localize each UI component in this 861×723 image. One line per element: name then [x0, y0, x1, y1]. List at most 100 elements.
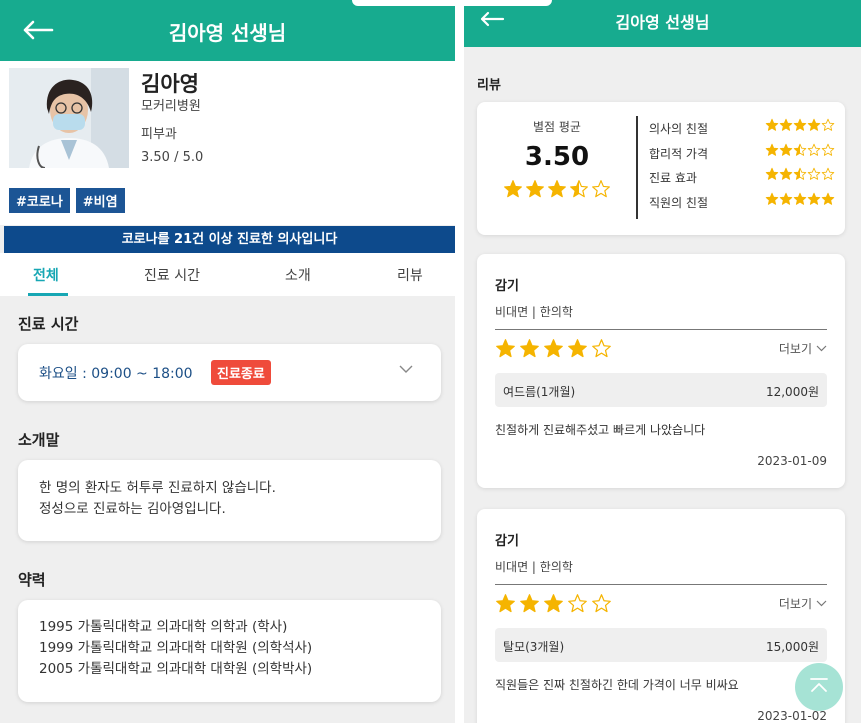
star-filled-icon: [544, 339, 563, 358]
tag-corona[interactable]: #코로나: [9, 188, 70, 213]
review-comment: 직원들은 진짜 친절하긴 한데 가격이 너무 비싸요: [495, 678, 739, 692]
rating-summary-card: 별점 평균 3.50 의사의 친절 합리적 가격 진료 효과 직원의 친절: [477, 102, 845, 235]
review-divider: [495, 329, 827, 330]
chevron-down-icon[interactable]: [399, 365, 413, 374]
department: 피부과: [141, 127, 177, 142]
career-line: 1995 가톨릭대학교 의과대학 의학과 (학사): [39, 619, 288, 635]
career-line: 2005 가톨릭대학교 의과대학 대학원 (의학박사): [39, 661, 313, 677]
summary-divider: [636, 116, 638, 219]
info-banner: 코로나를 21건 이상 진료한 의사입니다: [4, 226, 455, 253]
star-filled-icon: [821, 192, 835, 205]
avg-label: 별점 평균: [533, 120, 581, 134]
intro-section-title: 소개말: [18, 431, 60, 449]
arrow-up-icon: [810, 678, 828, 692]
star-empty-icon: [592, 594, 611, 613]
star-filled-icon: [793, 118, 807, 131]
star-filled-icon: [779, 192, 793, 205]
tag-list: #코로나 #비염: [9, 188, 125, 213]
review-subtitle: 비대면 | 한의학: [495, 560, 573, 574]
star-filled-icon: [765, 192, 779, 205]
criteria-label: 진료 효과: [649, 171, 697, 185]
review-star-rating: [495, 338, 612, 359]
chevron-down-icon: [816, 600, 827, 607]
treatment-price: 15,000원: [765, 640, 819, 654]
star-filled-icon: [496, 594, 515, 613]
header-bar: 김아영 선생님: [0, 0, 455, 61]
tab-intro[interactable]: 소개: [285, 265, 311, 285]
star-filled-icon: [765, 118, 779, 131]
doctor-photo: [9, 68, 129, 168]
star-filled-icon: [526, 180, 544, 198]
screen-divider: [455, 0, 464, 723]
review-title: 감기: [495, 279, 519, 294]
back-button[interactable]: [476, 6, 508, 32]
star-filled-icon: [807, 118, 821, 131]
star-filled-icon: [779, 143, 793, 156]
review-star-rating: [495, 593, 612, 614]
review-date: 2023-01-02: [757, 709, 827, 723]
star-filled-icon: [793, 192, 807, 205]
more-button[interactable]: 더보기: [779, 340, 827, 357]
app-stage: 김아영 선생님 김아영 모커리병원 피부과 3.50 / 5.0 #코로나 #비…: [0, 0, 861, 723]
arrow-left-icon: [23, 20, 54, 40]
intro-line: 한 명의 환자도 허투루 진료하지 않습니다.: [39, 480, 276, 496]
hours-text: 화요일 : 09:00 ~ 18:00: [39, 366, 193, 382]
intro-line: 정성으로 진료하는 김아영입니다.: [39, 501, 226, 517]
star-filled-icon: [765, 143, 779, 156]
review-card: 감기 비대면 | 한의학 더보기 여드름(1개월) 12,000원 친절하게 진…: [477, 254, 845, 488]
review-comment: 친절하게 진료해주셨고 빠르게 나았습니다: [495, 423, 706, 437]
star-filled-icon: [496, 339, 515, 358]
star-filled-icon: [779, 118, 793, 131]
rating-text: 3.50 / 5.0: [141, 150, 204, 165]
review-card: 감기 비대면 | 한의학 더보기 탈모(3개월) 15,000원 직원들은 진짜…: [477, 509, 845, 723]
tab-all[interactable]: 전체: [33, 265, 59, 285]
hours-section-title: 진료 시간: [18, 315, 79, 333]
treatment-name: 탈모(3개월): [503, 640, 565, 654]
star-filled-icon: [520, 594, 539, 613]
hours-card[interactable]: 화요일 : 09:00 ~ 18:00 진료종료: [18, 344, 441, 401]
treatment-item: 탈모(3개월) 15,000원: [495, 628, 827, 662]
criteria-label: 합리적 가격: [649, 147, 709, 161]
header-bar: 김아영 선생님: [464, 0, 861, 47]
more-label: 더보기: [778, 597, 812, 611]
review-section-title: 리뷰: [477, 78, 501, 93]
career-card: 1995 가톨릭대학교 의과대학 의학과 (학사) 1999 가톨릭대학교 의과…: [18, 600, 441, 702]
star-empty-icon: [821, 118, 835, 131]
star-half-icon: [570, 180, 588, 198]
avg-star-rating: [503, 179, 611, 199]
back-button[interactable]: [18, 13, 58, 47]
criteria-label: 직원의 친절: [649, 196, 709, 210]
criteria-stars: [765, 118, 835, 132]
intro-card: 한 명의 환자도 허투루 진료하지 않습니다. 정성으로 진료하는 김아영입니다…: [18, 460, 441, 541]
treatment-price: 12,000원: [765, 385, 819, 399]
avg-value: 3.50: [524, 142, 590, 172]
star-empty-icon: [592, 339, 611, 358]
star-empty-icon: [821, 167, 835, 180]
tab-review[interactable]: 리뷰: [397, 265, 423, 285]
star-filled-icon: [568, 339, 587, 358]
star-empty-icon: [592, 180, 610, 198]
star-filled-icon: [544, 594, 563, 613]
criteria-stars: [765, 192, 835, 206]
star-empty-icon: [821, 143, 835, 156]
career-section-title: 약력: [18, 571, 46, 589]
treatment-name: 여드름(1개월): [503, 385, 576, 399]
review-screen: 김아영 선생님 리뷰 별점 평균 3.50 의사의 친절 합리적 가격 진료 효…: [464, 0, 861, 723]
star-filled-icon: [779, 167, 793, 180]
criteria-label: 의사의 친절: [649, 122, 709, 136]
star-filled-icon: [807, 192, 821, 205]
hospital-name: 모커리병원: [141, 99, 201, 114]
review-divider: [495, 584, 827, 585]
tab-active-indicator: [28, 293, 68, 296]
review-date: 2023-01-09: [757, 454, 827, 468]
tag-rhinitis[interactable]: #비염: [75, 188, 125, 213]
star-empty-icon: [807, 167, 821, 180]
tab-hours[interactable]: 진료 시간: [144, 265, 200, 285]
treatment-item: 여드름(1개월) 12,000원: [495, 373, 827, 407]
review-subtitle: 비대면 | 한의학: [495, 305, 573, 319]
scroll-top-button[interactable]: [795, 663, 843, 711]
review-title: 감기: [495, 534, 519, 549]
more-button[interactable]: 더보기: [779, 595, 827, 612]
chevron-down-icon: [816, 345, 827, 352]
header-title: 김아영 선생님: [615, 13, 710, 32]
